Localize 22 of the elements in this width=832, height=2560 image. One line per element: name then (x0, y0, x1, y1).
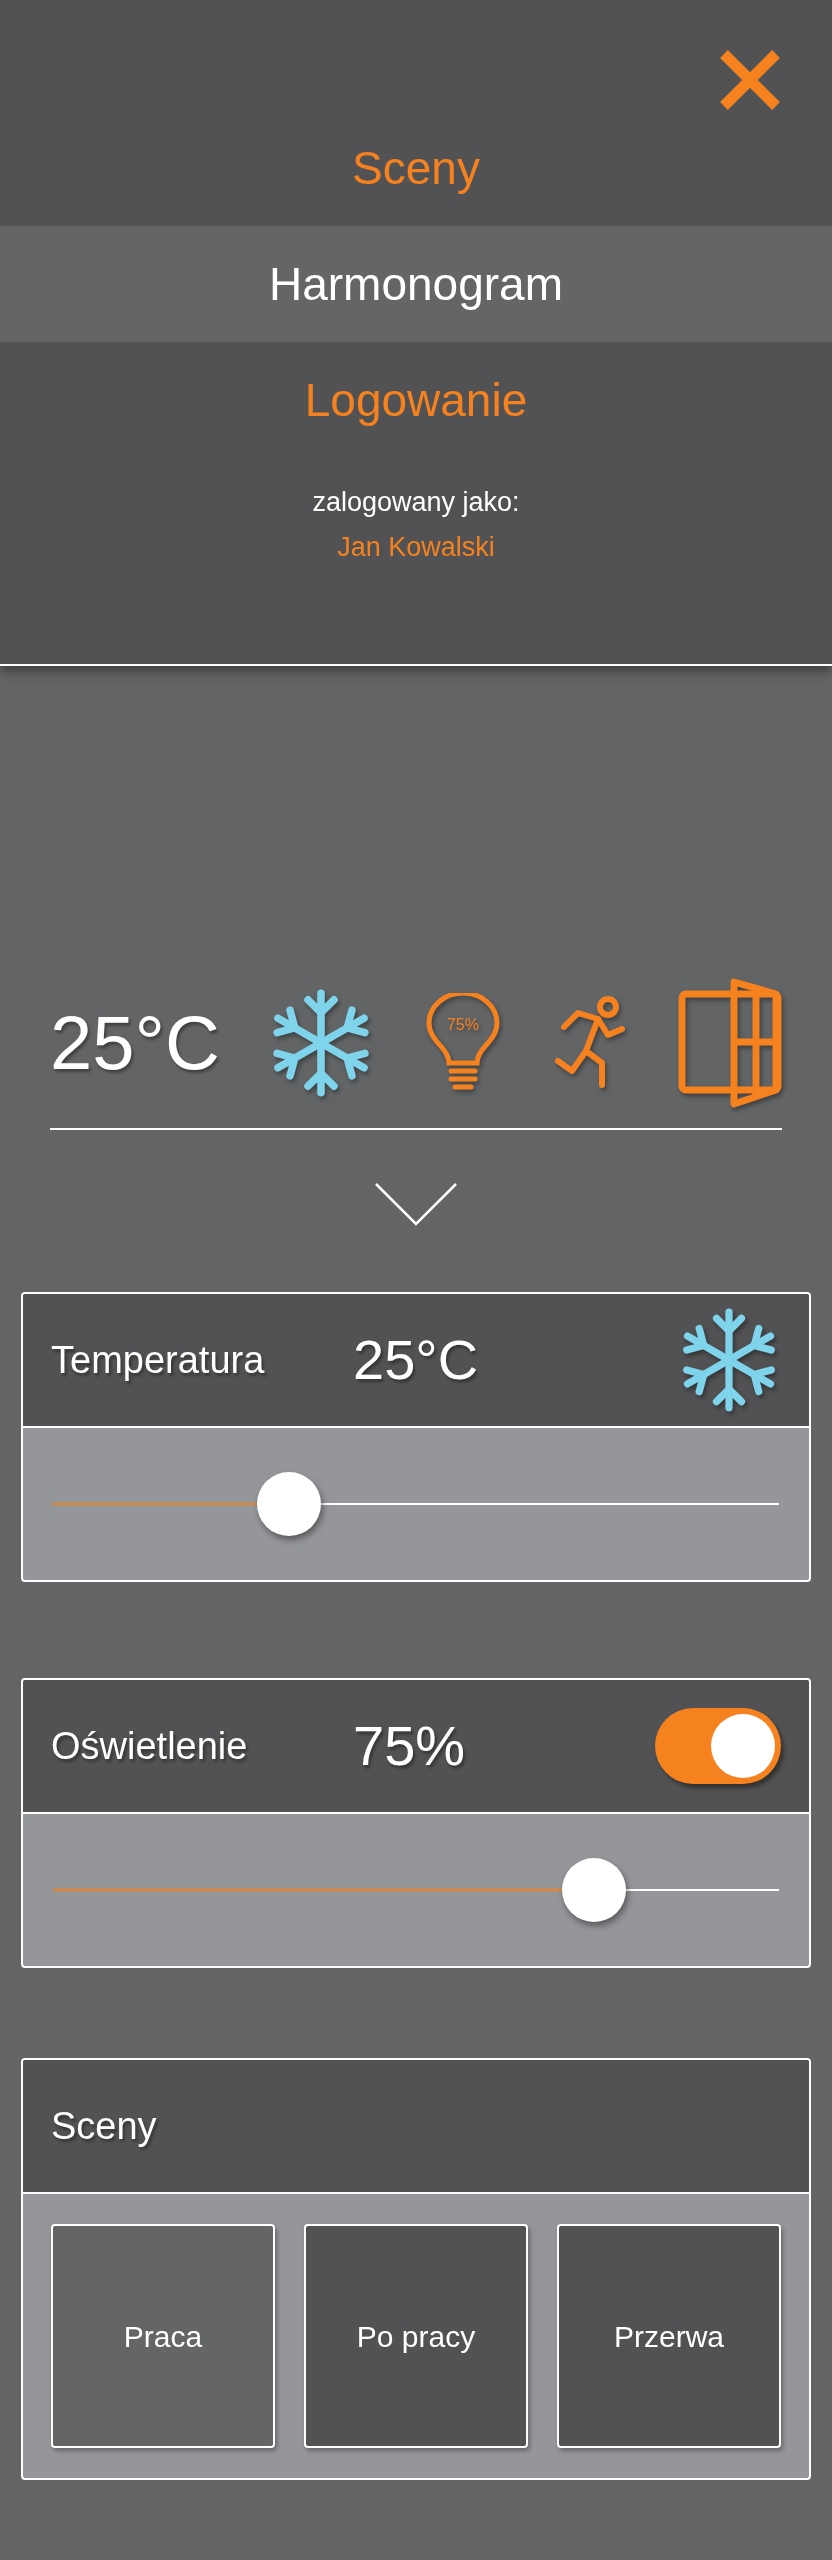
slider-thumb[interactable] (561, 1858, 626, 1922)
scene-button[interactable]: Po pracy (304, 2224, 528, 2448)
menu-item[interactable]: Sceny (0, 110, 832, 226)
slider-thumb[interactable] (256, 1472, 321, 1536)
login-caption: zalogowany jako: (312, 486, 520, 519)
door-icon (678, 978, 782, 1108)
card-title: Temperatura (51, 1337, 266, 1383)
card-value: 25°C (353, 1327, 480, 1393)
close-button[interactable] (720, 50, 780, 110)
close-icon (720, 50, 780, 110)
light-level-label: 75% (445, 1015, 480, 1035)
card-value: 75% (353, 1713, 467, 1779)
user-name: Jan Kowalski (337, 530, 495, 564)
scene-button[interactable]: Przerwa (557, 2224, 781, 2448)
toggle-switch[interactable] (655, 1708, 781, 1784)
menu-item[interactable]: Logowanie (0, 342, 832, 458)
menu-item[interactable]: Harmonogram (0, 226, 832, 342)
card-title: Oświetlenie (51, 1723, 249, 1769)
temperature-reading: 25°C (50, 999, 220, 1087)
scene-button[interactable]: Praca (51, 2224, 275, 2448)
chevron-down-icon[interactable] (374, 1182, 458, 1228)
card-title: Sceny (51, 2103, 157, 2149)
